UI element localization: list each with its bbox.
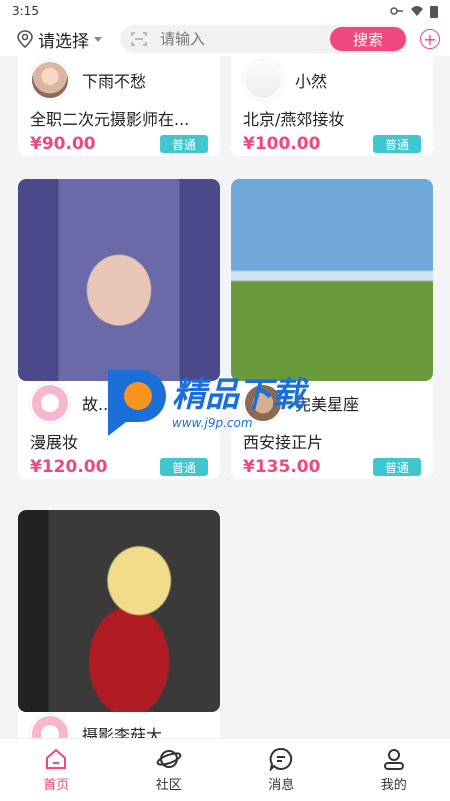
message-icon <box>269 747 293 771</box>
avatar[interactable] <box>30 60 70 100</box>
price: ¥135.00 <box>243 457 321 477</box>
post-title: 全职二次元摄影师在... <box>30 110 190 128</box>
watermark-logo <box>100 362 172 436</box>
add-button[interactable]: + <box>420 29 440 49</box>
nav-community-label: 社区 <box>155 778 182 793</box>
price: ¥120.00 <box>30 457 108 477</box>
user-row: 摄影李菇大 <box>18 712 220 738</box>
level-badge: 普通 <box>160 458 208 476</box>
level-badge: 普通 <box>160 135 208 153</box>
search-input[interactable] <box>160 30 310 48</box>
level-badge: 普通 <box>373 135 421 153</box>
watermark-url: www.j9p.com <box>172 415 253 430</box>
dropdown-arrow-icon <box>94 37 102 42</box>
post-photo[interactable] <box>18 179 220 381</box>
status-bar: 3:15 <box>0 0 450 22</box>
post-card[interactable]: 摄影李菇大 <box>18 510 220 738</box>
post-card[interactable]: 下雨不愁 全职二次元摄影师在... ¥90.00 普通 <box>18 56 220 156</box>
status-icons <box>390 5 438 18</box>
price-row: ¥90.00 普通 <box>18 128 220 156</box>
price-row: ¥100.00 普通 <box>231 128 433 156</box>
username[interactable]: 下雨不愁 <box>82 68 146 92</box>
bottom-nav: 首页 社区 消息 我的 <box>0 738 450 801</box>
username[interactable]: 摄影李菇大 <box>82 722 162 738</box>
post-card[interactable]: 小然 北京/燕郊接妆 ¥100.00 普通 <box>231 56 433 156</box>
battery-icon <box>430 5 438 18</box>
profile-icon <box>383 749 404 770</box>
user-row: 下雨不愁 <box>18 58 220 102</box>
key-icon <box>390 7 403 15</box>
planet-icon <box>156 750 182 768</box>
location-selector[interactable]: 请选择 <box>16 27 120 52</box>
price-row: ¥120.00 普通 <box>18 451 220 479</box>
status-time: 3:15 <box>12 4 39 18</box>
nav-messages[interactable]: 消息 <box>225 739 338 801</box>
avatar[interactable] <box>30 714 70 738</box>
watermark: 精品下载 www.j9p.com <box>100 358 350 438</box>
price: ¥100.00 <box>243 134 321 154</box>
nav-community[interactable]: 社区 <box>113 739 226 801</box>
username[interactable]: 小然 <box>295 68 327 92</box>
location-pin-icon <box>17 30 33 49</box>
plus-icon: + <box>423 29 437 49</box>
price: ¥90.00 <box>30 134 96 154</box>
nav-profile[interactable]: 我的 <box>338 739 450 801</box>
top-bar: 请选择 搜索 + <box>0 22 450 56</box>
nav-profile-label: 我的 <box>380 778 407 793</box>
nav-messages-label: 消息 <box>268 778 295 793</box>
search-box: 搜索 <box>120 25 408 53</box>
home-icon <box>46 748 67 769</box>
watermark-text: 精品下载 <box>172 374 305 415</box>
wifi-icon <box>411 6 423 16</box>
nav-home-label: 首页 <box>43 778 70 793</box>
price-row: ¥135.00 普通 <box>231 451 433 479</box>
post-photo[interactable] <box>18 510 220 712</box>
level-badge: 普通 <box>373 458 421 476</box>
location-label: 请选择 <box>38 31 89 52</box>
avatar[interactable] <box>30 383 70 423</box>
scan-icon[interactable] <box>130 31 148 47</box>
post-title: 北京/燕郊接妆 <box>243 110 345 128</box>
nav-home[interactable]: 首页 <box>0 739 113 801</box>
post-photo[interactable] <box>231 179 433 381</box>
search-button[interactable]: 搜索 <box>330 27 406 51</box>
user-row: 小然 <box>231 58 433 102</box>
avatar[interactable] <box>243 60 283 100</box>
